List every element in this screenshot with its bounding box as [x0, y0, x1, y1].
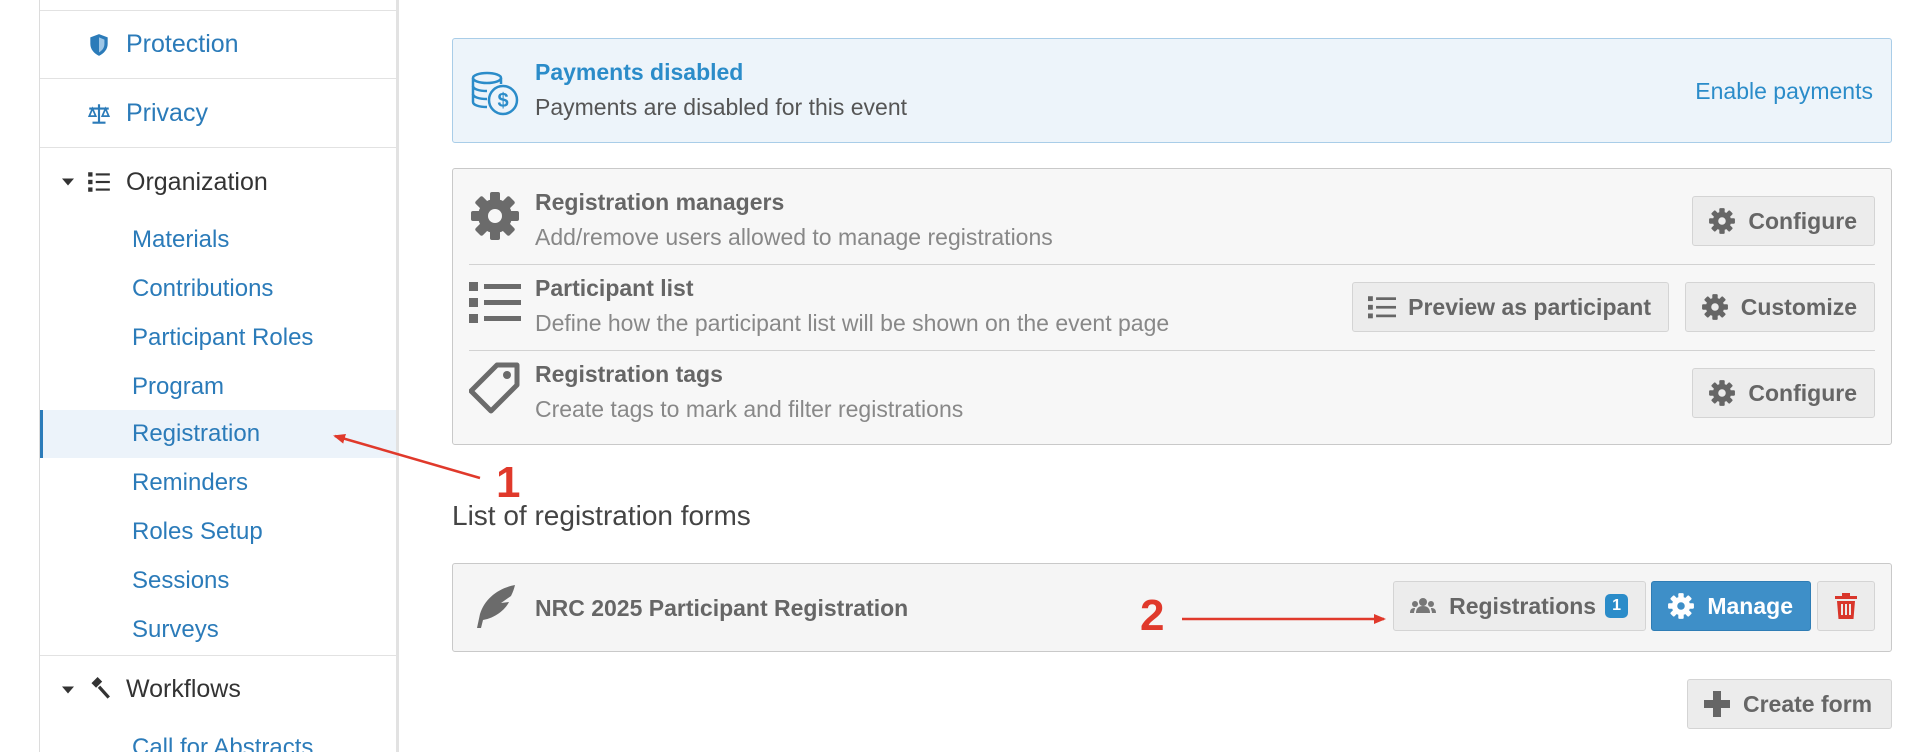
sidebar-item-label: Materials — [132, 226, 230, 253]
gear-icon — [1668, 593, 1695, 619]
sidebar-item-materials[interactable]: Materials — [40, 216, 396, 264]
sidebar-item-participant-roles[interactable]: Participant Roles — [40, 314, 396, 362]
sidebar-item-label: Surveys — [132, 616, 219, 643]
registrations-button[interactable]: Registrations 1 — [1393, 581, 1646, 631]
payments-subtitle: Payments are disabled for this event — [535, 94, 908, 120]
sidebar-item-label: Protection — [126, 30, 239, 58]
list-icon — [1368, 296, 1397, 319]
gear-icon — [1709, 208, 1736, 234]
event-management-sidebar: Protection Privacy Organization Material… — [39, 0, 399, 752]
tag-icon — [469, 362, 520, 414]
sidebar-item-protection[interactable]: Protection — [40, 11, 396, 79]
button-label: Preview as participant — [1408, 293, 1651, 320]
registration-options-panel: Registration managers Add/remove users a… — [452, 168, 1892, 445]
sidebar-item-registration[interactable]: Registration — [40, 410, 396, 458]
annotation-marker-1: 1 — [496, 458, 521, 507]
option-title: Participant list — [535, 275, 694, 301]
sidebar-item-label: Privacy — [126, 99, 208, 127]
enable-payments-link[interactable]: Enable payments — [1695, 78, 1873, 105]
sidebar-item-reminders[interactable]: Reminders — [40, 459, 396, 507]
payments-disabled-panel: $ Payments disabled Payments are disable… — [452, 38, 1892, 143]
sidebar-item-call-for-abstracts[interactable]: Call for Abstracts — [40, 724, 396, 752]
option-title: Registration tags — [535, 361, 723, 387]
plus-icon — [1704, 691, 1730, 717]
gear-icon — [1701, 294, 1728, 320]
gear-icon — [471, 192, 519, 240]
sidebar-section-workflows[interactable]: Workflows — [40, 655, 396, 723]
feather-icon — [477, 585, 515, 628]
list-icon — [469, 282, 521, 323]
coins-dollar-icon: $ — [471, 71, 519, 116]
button-label: Configure — [1748, 207, 1857, 234]
sidebar-item-program[interactable]: Program — [40, 363, 396, 411]
configure-managers-button[interactable]: Configure — [1692, 196, 1875, 246]
list-icon — [88, 172, 110, 192]
sidebar-item-roles-setup[interactable]: Roles Setup — [40, 508, 396, 556]
configure-tags-button[interactable]: Configure — [1692, 368, 1875, 418]
svg-text:$: $ — [497, 90, 508, 112]
option-subtitle: Add/remove users allowed to manage regis… — [535, 224, 1053, 250]
caret-down-icon — [62, 686, 74, 693]
customize-participant-list-button[interactable]: Customize — [1684, 282, 1875, 332]
option-subtitle: Create tags to mark and filter registrat… — [535, 396, 964, 422]
sidebar-item-label: Call for Abstracts — [132, 734, 314, 752]
scale-icon — [87, 103, 111, 124]
sidebar-item-label: Reminders — [132, 469, 249, 496]
manage-form-button[interactable]: Manage — [1651, 581, 1811, 631]
sidebar-item-contributions[interactable]: Contributions — [40, 265, 396, 313]
button-label: Manage — [1707, 592, 1793, 619]
sidebar-section-label: Workflows — [126, 675, 241, 703]
users-icon — [1410, 598, 1437, 613]
button-label: Registrations — [1449, 592, 1597, 619]
participant-list-row: Participant list Define how the particip… — [453, 255, 1891, 341]
form-title: NRC 2025 Participant Registration — [535, 595, 909, 621]
sidebar-item-label: Registration — [132, 420, 261, 447]
preview-as-participant-button[interactable]: Preview as participant — [1352, 282, 1669, 332]
registration-settings-page: Protection Privacy Organization Material… — [0, 0, 1924, 752]
caret-down-icon — [62, 178, 74, 186]
trash-icon — [1835, 593, 1857, 619]
shield-icon — [90, 33, 108, 56]
sidebar-item-label: Participant Roles — [132, 324, 314, 351]
sidebar-item-label: Contributions — [132, 275, 274, 302]
sidebar-item-label: Program — [132, 373, 225, 400]
button-label: Customize — [1740, 293, 1857, 320]
registration-tags-row: Registration tags Create tags to mark an… — [453, 341, 1891, 427]
sidebar-item-sessions[interactable]: Sessions — [40, 557, 396, 605]
create-form-button[interactable]: Create form — [1687, 679, 1892, 729]
gavel-icon — [91, 676, 110, 699]
button-label: Configure — [1748, 379, 1857, 406]
registrations-count-badge: 1 — [1605, 594, 1628, 618]
sidebar-item-surveys[interactable]: Surveys — [40, 606, 396, 654]
sidebar-section-organization[interactable]: Organization — [40, 148, 396, 216]
registration-form-row: NRC 2025 Participant Registration Regist… — [452, 563, 1892, 652]
annotation-marker-2: 2 — [1140, 591, 1165, 640]
registration-managers-row: Registration managers Add/remove users a… — [453, 169, 1891, 255]
sidebar-item-privacy[interactable]: Privacy — [40, 80, 396, 148]
sidebar-section-label: Organization — [126, 167, 268, 196]
button-label: Create form — [1743, 690, 1873, 717]
delete-form-button[interactable] — [1817, 581, 1875, 631]
option-subtitle: Define how the participant list will be … — [535, 310, 1170, 336]
sidebar-item-label: Sessions — [132, 567, 230, 594]
sidebar-item-label: Roles Setup — [132, 518, 263, 545]
payments-title: Payments disabled — [535, 59, 744, 85]
option-title: Registration managers — [535, 189, 785, 215]
gear-icon — [1709, 380, 1736, 406]
